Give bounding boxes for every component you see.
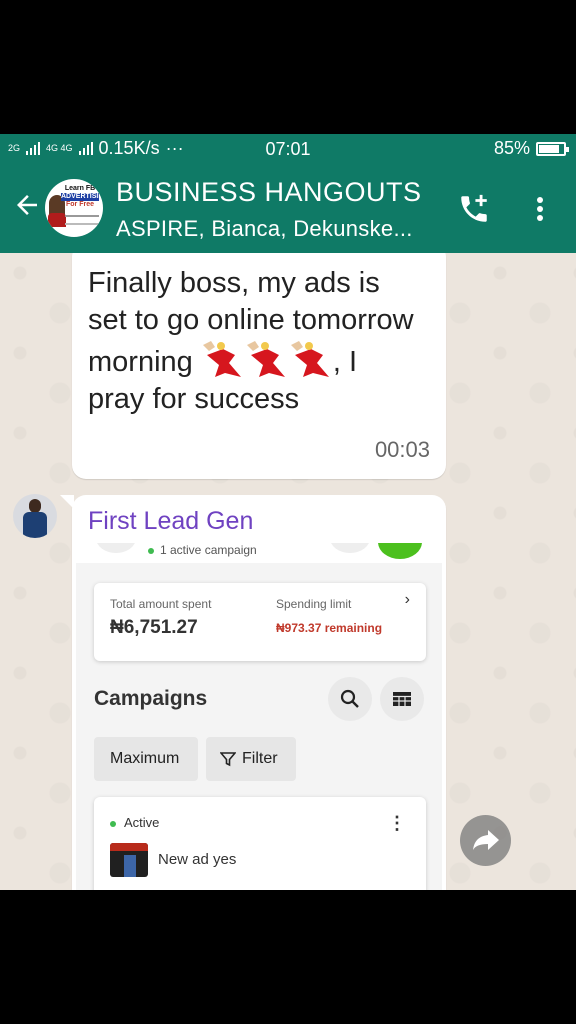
screenshot-green-button — [378, 543, 422, 559]
image-message-bubble[interactable]: First Lead Gen 1 active campaign Total a… — [60, 495, 446, 890]
chat-title[interactable]: BUSINESS HANGOUTS — [116, 177, 422, 208]
spending-limit-label: Spending limit — [276, 597, 352, 611]
add-call-icon[interactable] — [456, 192, 492, 226]
sender-avatar[interactable] — [13, 494, 57, 538]
ad-card: Active ⋮ New ad yes — [94, 797, 426, 890]
battery-icon — [536, 141, 569, 156]
maximum-chip: Maximum — [94, 737, 198, 781]
status-bar: 2G 4G 4G 0.15K/s ··· 07:01 85% — [0, 134, 576, 164]
ad-more-icon: ⋮ — [388, 813, 406, 833]
avatar-logo-line-2: ADVERTISING — [61, 193, 103, 201]
active-status-dot-icon — [110, 821, 116, 827]
forward-share-icon — [473, 830, 499, 850]
chat-area[interactable]: Finally boss, my ads is set to go online… — [0, 253, 576, 890]
chevron-right-icon: › — [404, 591, 410, 608]
sender-avatar-head — [29, 499, 41, 513]
sender-avatar-suit — [23, 512, 47, 538]
active-dot-icon — [148, 548, 154, 554]
more-vert-icon[interactable] — [530, 194, 550, 224]
search-button — [328, 677, 372, 721]
spending-limit-value: ₦973.37 remaining — [276, 621, 383, 635]
battery-fill — [539, 144, 560, 153]
screenshot-top-strip: 1 active campaign — [76, 543, 442, 563]
status-right: 85% — [493, 138, 569, 159]
chat-header: Learn FB ADVERTISING For Free BUSINESS H… — [0, 164, 576, 253]
filter-icon — [220, 752, 236, 767]
table-icon — [393, 692, 411, 706]
avatar-logo: Learn FB ADVERTISING For Free — [61, 185, 103, 209]
ad-thumbnail — [110, 843, 148, 877]
search-icon — [340, 689, 359, 708]
total-spent-value: ₦6,751.27 — [110, 617, 198, 638]
avatar-clothing — [48, 213, 66, 227]
active-campaign-count: 1 active campaign — [160, 543, 257, 557]
filter-chip-label: Filter — [242, 750, 278, 767]
screenshot-round-button — [96, 543, 136, 553]
avatar-logo-line-3: For Free — [65, 201, 94, 208]
campaigns-title: Campaigns — [94, 687, 208, 710]
filter-chip: Filter — [206, 737, 296, 781]
screenshot-round-button-2 — [330, 543, 370, 553]
ad-status: Active — [124, 815, 160, 830]
ad-name: New ad yes — [158, 851, 237, 868]
shared-screenshot[interactable]: 1 active campaign Total amount spent ₦6,… — [76, 543, 442, 890]
back-arrow-icon[interactable] — [12, 190, 42, 220]
group-avatar[interactable]: Learn FB ADVERTISING For Free — [45, 179, 103, 237]
sender-name[interactable]: First Lead Gen — [88, 507, 253, 536]
battery-percent: 85% — [493, 138, 530, 158]
message-time: 00:03 — [374, 437, 430, 462]
avatar-text-lines — [65, 215, 99, 225]
chat-participants[interactable]: ASPIRE, Bianca, Dekunske... — [116, 216, 413, 242]
message-text: Finally boss, my ads is set to go online… — [88, 265, 418, 418]
forward-button[interactable] — [460, 815, 511, 866]
table-view-button — [380, 677, 424, 721]
message-bubble[interactable]: Finally boss, my ads is set to go online… — [72, 253, 446, 479]
clock: 07:01 — [265, 139, 311, 159]
total-spent-label: Total amount spent — [110, 597, 212, 611]
dancer-emoji-icon — [202, 341, 329, 377]
spending-card: Total amount spent ₦6,751.27 Spending li… — [94, 583, 426, 661]
maximum-chip-label: Maximum — [110, 750, 180, 767]
avatar-logo-line-1: Learn FB — [64, 185, 96, 192]
